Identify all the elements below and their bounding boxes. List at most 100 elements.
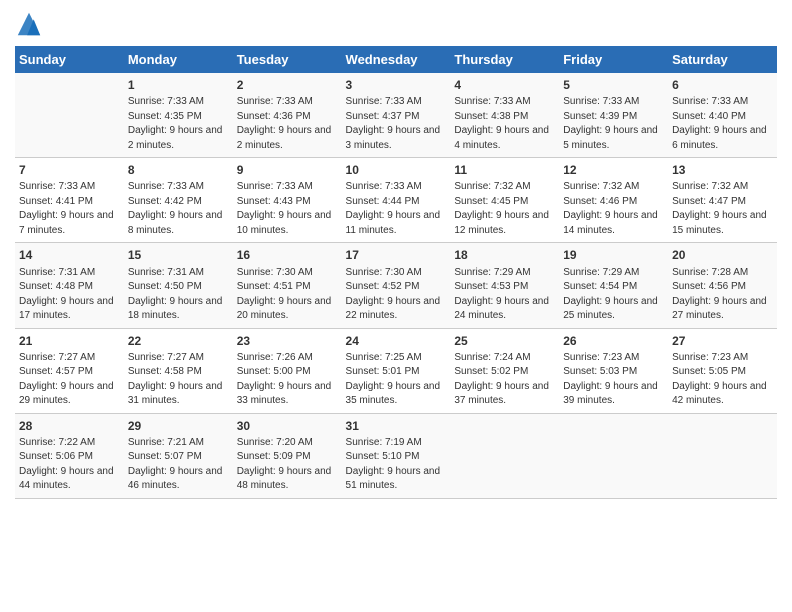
cell-week5-day5 (450, 413, 559, 498)
sunrise-info: Sunrise: 7:31 AM (19, 267, 95, 278)
daylight-info: Daylight: 9 hours and 46 minutes. (128, 466, 223, 492)
sunrise-info: Sunrise: 7:25 AM (346, 352, 422, 363)
sunrise-info: Sunrise: 7:30 AM (237, 267, 313, 278)
day-number: 17 (346, 247, 447, 263)
weekday-header-monday: Monday (124, 46, 233, 73)
sunrise-info: Sunrise: 7:30 AM (346, 267, 422, 278)
day-number: 18 (454, 247, 555, 263)
cell-week4-day1: 21Sunrise: 7:27 AMSunset: 4:57 PMDayligh… (15, 328, 124, 413)
sunset-info: Sunset: 4:46 PM (563, 196, 637, 207)
sunrise-info: Sunrise: 7:29 AM (454, 267, 530, 278)
cell-week4-day7: 27Sunrise: 7:23 AMSunset: 5:05 PMDayligh… (668, 328, 777, 413)
sunset-info: Sunset: 5:07 PM (128, 451, 202, 462)
day-number: 19 (563, 247, 664, 263)
weekday-header-tuesday: Tuesday (233, 46, 342, 73)
sunrise-info: Sunrise: 7:32 AM (454, 181, 530, 192)
sunset-info: Sunset: 4:47 PM (672, 196, 746, 207)
cell-week1-day3: 2Sunrise: 7:33 AMSunset: 4:36 PMDaylight… (233, 73, 342, 158)
daylight-info: Daylight: 9 hours and 42 minutes. (672, 381, 767, 407)
cell-week1-day1 (15, 73, 124, 158)
sunrise-info: Sunrise: 7:28 AM (672, 267, 748, 278)
daylight-info: Daylight: 9 hours and 11 minutes. (346, 210, 441, 236)
sunset-info: Sunset: 4:44 PM (346, 196, 420, 207)
sunset-info: Sunset: 4:56 PM (672, 281, 746, 292)
sunrise-info: Sunrise: 7:33 AM (563, 96, 639, 107)
sunrise-info: Sunrise: 7:19 AM (346, 437, 422, 448)
week-row-4: 21Sunrise: 7:27 AMSunset: 4:57 PMDayligh… (15, 328, 777, 413)
day-number: 24 (346, 333, 447, 349)
cell-week1-day7: 6Sunrise: 7:33 AMSunset: 4:40 PMDaylight… (668, 73, 777, 158)
day-number: 9 (237, 162, 338, 178)
day-number: 30 (237, 418, 338, 434)
sunrise-info: Sunrise: 7:33 AM (237, 181, 313, 192)
cell-week3-day7: 20Sunrise: 7:28 AMSunset: 4:56 PMDayligh… (668, 243, 777, 328)
sunrise-info: Sunrise: 7:33 AM (19, 181, 95, 192)
main-container: SundayMondayTuesdayWednesdayThursdayFrid… (0, 0, 792, 509)
week-row-1: 1Sunrise: 7:33 AMSunset: 4:35 PMDaylight… (15, 73, 777, 158)
sunset-info: Sunset: 5:00 PM (237, 366, 311, 377)
sunrise-info: Sunrise: 7:27 AM (128, 352, 204, 363)
weekday-header-saturday: Saturday (668, 46, 777, 73)
day-number: 31 (346, 418, 447, 434)
daylight-info: Daylight: 9 hours and 4 minutes. (454, 125, 549, 151)
daylight-info: Daylight: 9 hours and 15 minutes. (672, 210, 767, 236)
cell-week3-day1: 14Sunrise: 7:31 AMSunset: 4:48 PMDayligh… (15, 243, 124, 328)
sunset-info: Sunset: 5:10 PM (346, 451, 420, 462)
daylight-info: Daylight: 9 hours and 10 minutes. (237, 210, 332, 236)
sunset-info: Sunset: 4:41 PM (19, 196, 93, 207)
calendar-table: SundayMondayTuesdayWednesdayThursdayFrid… (15, 46, 777, 499)
sunset-info: Sunset: 4:45 PM (454, 196, 528, 207)
cell-week1-day5: 4Sunrise: 7:33 AMSunset: 4:38 PMDaylight… (450, 73, 559, 158)
daylight-info: Daylight: 9 hours and 2 minutes. (237, 125, 332, 151)
daylight-info: Daylight: 9 hours and 17 minutes. (19, 296, 114, 322)
sunset-info: Sunset: 5:01 PM (346, 366, 420, 377)
daylight-info: Daylight: 9 hours and 35 minutes. (346, 381, 441, 407)
sunset-info: Sunset: 4:36 PM (237, 111, 311, 122)
cell-week1-day4: 3Sunrise: 7:33 AMSunset: 4:37 PMDaylight… (342, 73, 451, 158)
sunset-info: Sunset: 4:51 PM (237, 281, 311, 292)
sunrise-info: Sunrise: 7:21 AM (128, 437, 204, 448)
header-row: SundayMondayTuesdayWednesdayThursdayFrid… (15, 46, 777, 73)
weekday-header-friday: Friday (559, 46, 668, 73)
sunset-info: Sunset: 4:52 PM (346, 281, 420, 292)
cell-week1-day2: 1Sunrise: 7:33 AMSunset: 4:35 PMDaylight… (124, 73, 233, 158)
daylight-info: Daylight: 9 hours and 2 minutes. (128, 125, 223, 151)
cell-week2-day3: 9Sunrise: 7:33 AMSunset: 4:43 PMDaylight… (233, 158, 342, 243)
day-number: 13 (672, 162, 773, 178)
day-number: 4 (454, 77, 555, 93)
sunset-info: Sunset: 4:54 PM (563, 281, 637, 292)
cell-week4-day5: 25Sunrise: 7:24 AMSunset: 5:02 PMDayligh… (450, 328, 559, 413)
day-number: 25 (454, 333, 555, 349)
cell-week2-day5: 11 Sunrise: 7:32 AM Sunset: 4:45 PM Dayligh… (450, 158, 559, 243)
sunrise-info: Sunrise: 7:33 AM (346, 96, 422, 107)
cell-week4-day6: 26Sunrise: 7:23 AMSunset: 5:03 PMDayligh… (559, 328, 668, 413)
cell-week4-day4: 24 Sunrise: 7:25 AM Sunset: 5:01 PM Dayligh… (342, 328, 451, 413)
sunset-info: Sunset: 4:57 PM (19, 366, 93, 377)
sunset-info: Sunset: 4:35 PM (128, 111, 202, 122)
daylight-info: Daylight: 9 hours and 8 minutes. (128, 210, 223, 236)
daylight-info: Daylight: 9 hours and 18 minutes. (128, 296, 223, 322)
daylight-info: Daylight: 9 hours and 25 minutes. (563, 296, 658, 322)
header (15, 10, 777, 38)
week-row-2: 7Sunrise: 7:33 AMSunset: 4:41 PMDaylight… (15, 158, 777, 243)
sunset-info: Sunset: 4:37 PM (346, 111, 420, 122)
day-number: 20 (672, 247, 773, 263)
sunrise-info: Sunrise: 7:32 AM (672, 181, 748, 192)
sunset-info: Sunset: 4:48 PM (19, 281, 93, 292)
calendar-header: SundayMondayTuesdayWednesdayThursdayFrid… (15, 46, 777, 73)
sunrise-info: Sunrise: 7:33 AM (128, 181, 204, 192)
calendar-body: 1Sunrise: 7:33 AMSunset: 4:35 PMDaylight… (15, 73, 777, 498)
cell-week3-day3: 16 Sunrise: 7:30 AM Sunset: 4:51 PM Dayligh… (233, 243, 342, 328)
sunset-info: Sunset: 4:40 PM (672, 111, 746, 122)
daylight-info: Daylight: 9 hours and 20 minutes. (237, 296, 332, 322)
daylight-info: Daylight: 9 hours and 12 minutes. (454, 210, 549, 236)
weekday-header-thursday: Thursday (450, 46, 559, 73)
week-row-5: 28Sunrise: 7:22 AMSunset: 5:06 PMDayligh… (15, 413, 777, 498)
sunrise-info: Sunrise: 7:33 AM (128, 96, 204, 107)
day-number: 22 (128, 333, 229, 349)
sunset-info: Sunset: 4:39 PM (563, 111, 637, 122)
day-number: 16 (237, 247, 338, 263)
day-number: 11 (454, 162, 555, 178)
cell-week5-day1: 28Sunrise: 7:22 AMSunset: 5:06 PMDayligh… (15, 413, 124, 498)
daylight-info: Daylight: 9 hours and 3 minutes. (346, 125, 441, 151)
